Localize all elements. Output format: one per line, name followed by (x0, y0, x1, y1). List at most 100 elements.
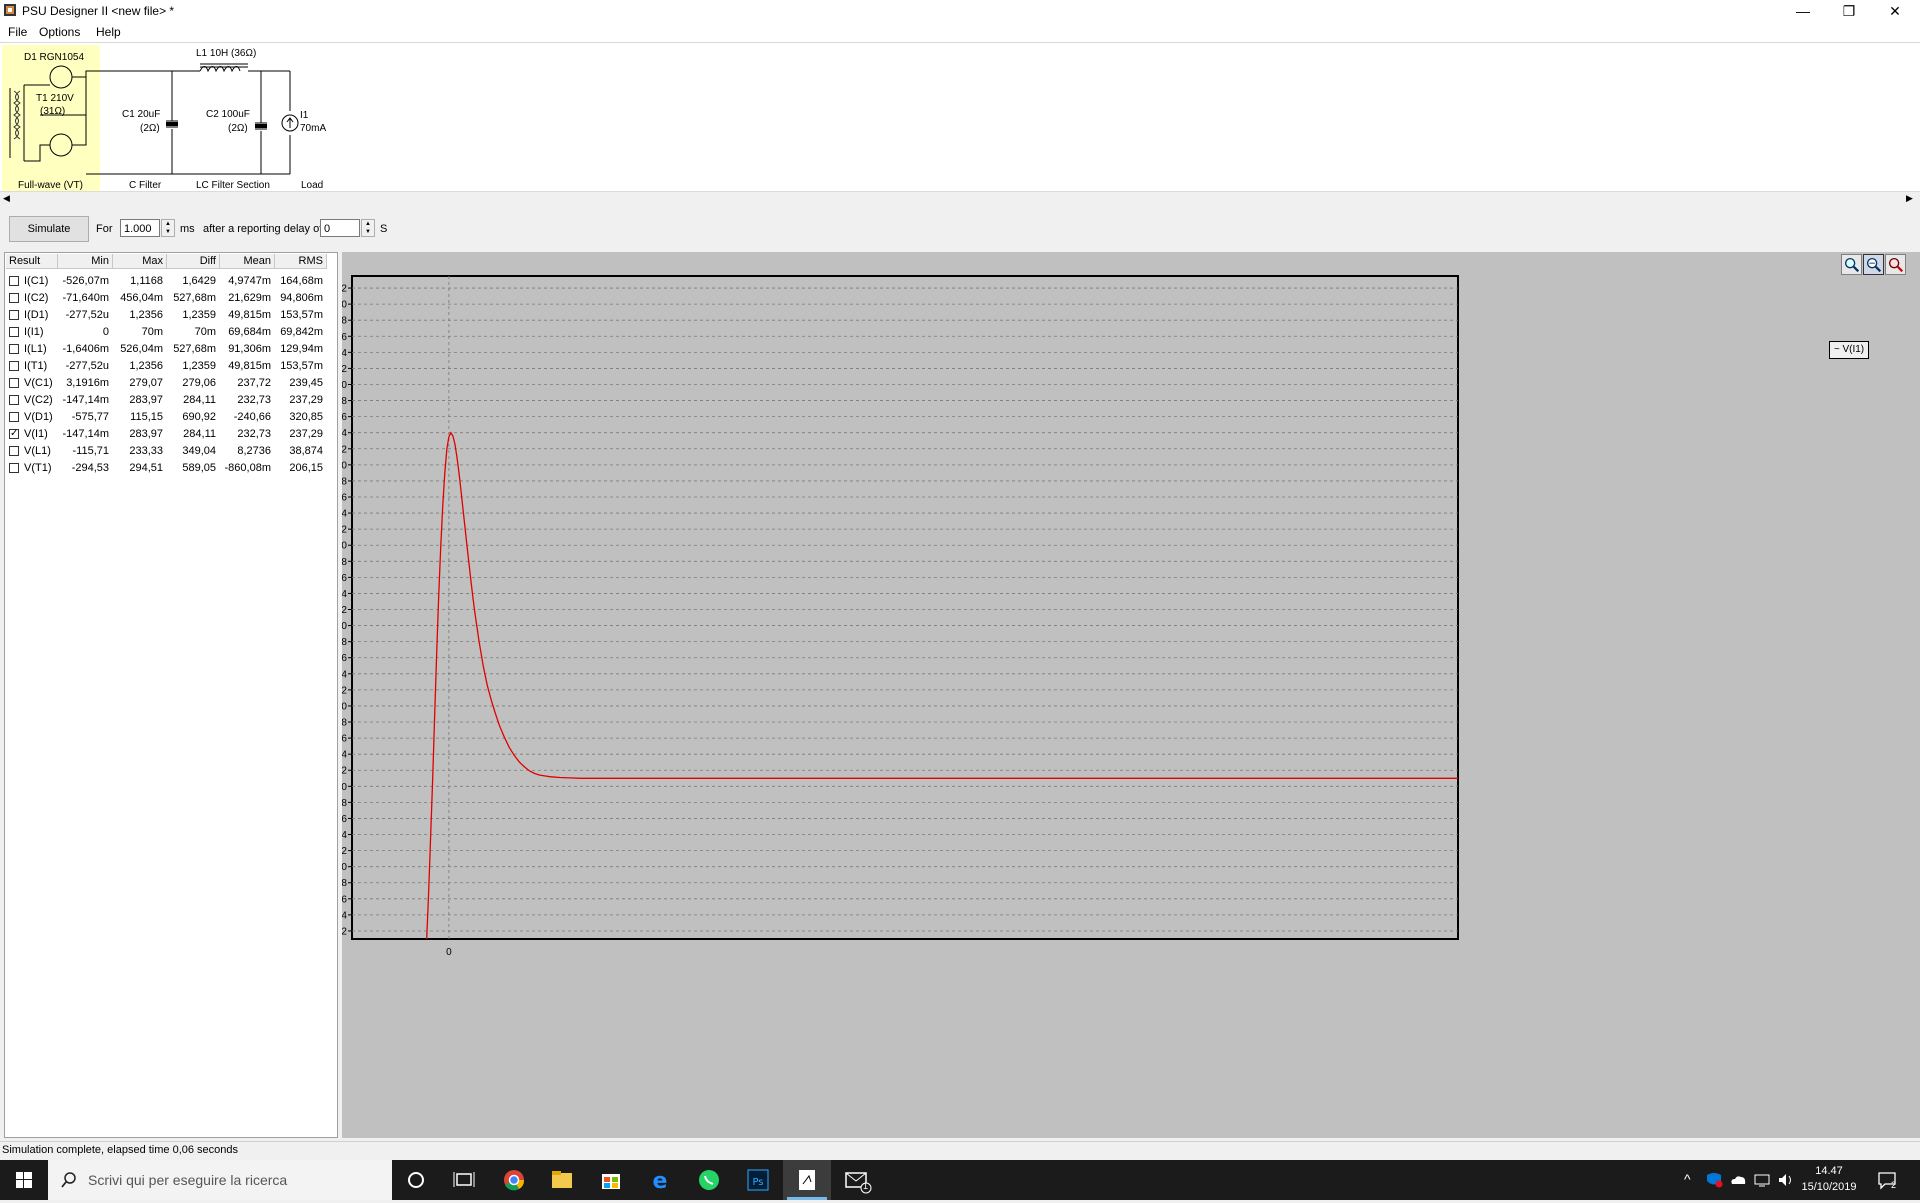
y-tick-label: 230 (342, 862, 347, 873)
result-checkbox[interactable] (9, 327, 19, 337)
result-checkbox[interactable]: ✓ (9, 429, 19, 439)
table-row[interactable]: I(C2) -71,640m 456,04m 527,68m 21,629m 94,806… (5, 290, 335, 307)
result-checkbox[interactable] (9, 344, 19, 354)
psu-designer-icon (787, 1170, 827, 1200)
search-icon (61, 1172, 76, 1188)
y-tick-label: 228 (342, 878, 347, 889)
clock-time[interactable]: 14.47 (1804, 1165, 1854, 1177)
y-tick-label: 280 (342, 460, 347, 471)
cortana-icon[interactable] (392, 1160, 440, 1200)
whatsapp-icon[interactable] (685, 1160, 733, 1200)
result-diff: 1,2359 (182, 309, 216, 321)
col-max[interactable]: Max (113, 254, 167, 269)
section-full-wave[interactable]: Full-wave (VT) (18, 180, 83, 191)
result-mean: 21,629m (228, 292, 271, 304)
result-max: 1,2356 (129, 309, 163, 321)
result-checkbox[interactable] (9, 463, 19, 473)
clock-date[interactable]: 15/10/2019 (1796, 1181, 1862, 1193)
result-max: 115,15 (130, 411, 163, 423)
schematic-scrollbar[interactable]: ◀ ▶ (0, 191, 1920, 208)
scroll-left-icon[interactable]: ◀ (3, 193, 10, 204)
taskbar-search[interactable]: Scrivi qui per eseguire la ricerca (48, 1160, 392, 1200)
y-tick-label: 278 (342, 476, 347, 487)
result-checkbox[interactable] (9, 395, 19, 405)
y-tick-label: 272 (342, 525, 347, 536)
table-row[interactable]: I(T1) -277,52u 1,2356 1,2359 49,815m 153,57m (5, 358, 335, 375)
mail-icon[interactable] (832, 1160, 880, 1200)
col-diff[interactable]: Diff (167, 254, 220, 269)
delay-stepper[interactable]: ▲ ▼ (361, 219, 375, 237)
col-result[interactable]: Result (6, 254, 58, 269)
menu-options[interactable]: Options (39, 25, 80, 39)
table-row[interactable]: I(D1) -277,52u 1,2356 1,2359 49,815m 153,57m (5, 307, 335, 324)
col-min[interactable]: Min (58, 254, 113, 269)
simulation-toolbar: Simulate For 1.000 ▲ ▼ ms after a reporti… (0, 207, 1920, 249)
zoom-fit-icon[interactable] (1863, 254, 1884, 275)
network-icon[interactable] (1752, 1171, 1772, 1189)
table-row[interactable]: V(L1) -115,71 233,33 349,04 8,2736 38,874 (5, 443, 335, 460)
menu-file[interactable]: File (8, 25, 27, 39)
volume-icon[interactable] (1776, 1171, 1796, 1189)
result-name: V(T1) (24, 462, 52, 474)
col-rms[interactable]: RMS (275, 254, 327, 269)
result-checkbox[interactable] (9, 361, 19, 371)
edge-icon[interactable]: e (636, 1160, 684, 1200)
table-row[interactable]: V(C2) -147,14m 283,97 284,11 232,73 237,29 (5, 392, 335, 409)
y-tick-label: 262 (342, 605, 347, 616)
photoshop-icon[interactable]: Ps (734, 1160, 782, 1200)
col-mean[interactable]: Mean (220, 254, 275, 269)
result-checkbox[interactable] (9, 276, 19, 286)
file-explorer-icon[interactable] (538, 1160, 586, 1200)
task-view-icon[interactable] (440, 1160, 488, 1200)
circuit-diagram (9, 63, 299, 175)
psu-designer-task[interactable] (783, 1160, 831, 1200)
maximize-button[interactable]: ❐ (1826, 0, 1872, 22)
close-button[interactable]: ✕ (1872, 0, 1918, 22)
duration-input[interactable]: 1.000 (120, 219, 160, 237)
legend[interactable]: ~ V(I1) (1829, 341, 1869, 359)
result-rms: 206,15 (289, 462, 323, 474)
window-title: PSU Designer II <new file> * (22, 4, 175, 18)
notifications-count: 2 (1891, 1180, 1897, 1190)
result-min: -294,53 (71, 462, 109, 474)
result-checkbox[interactable] (9, 293, 19, 303)
result-checkbox[interactable] (9, 446, 19, 456)
duration-stepper[interactable]: ▲ ▼ (161, 219, 175, 237)
result-rms: 164,68m (280, 275, 323, 287)
onedrive-icon[interactable] (1728, 1171, 1748, 1189)
result-checkbox[interactable] (9, 310, 19, 320)
table-row[interactable]: V(D1) -575,77 115,15 690,92 -240,66 320,85 (5, 409, 335, 426)
y-tick-label: 300 (342, 300, 347, 311)
section-lc-filter[interactable]: LC Filter Section (196, 180, 270, 191)
windows-start-icon[interactable] (0, 1160, 48, 1200)
tray-expand-icon[interactable]: ^ (1684, 1171, 1691, 1187)
section-c-filter[interactable]: C Filter (129, 180, 161, 191)
c2-label: C2 100uF (206, 109, 250, 120)
zoom-out-icon[interactable] (1885, 254, 1906, 275)
minimize-button[interactable]: — (1780, 0, 1826, 22)
x-tick-label: 0 (446, 947, 452, 958)
table-row[interactable]: V(C1) 3,1916m 279,07 279,06 237,72 239,45 (5, 375, 335, 392)
table-row[interactable]: I(L1) -1,6406m 526,04m 527,68m 91,306m 129,94… (5, 341, 335, 358)
zoom-in-icon[interactable] (1841, 254, 1862, 275)
store-icon[interactable] (587, 1160, 635, 1200)
table-row[interactable]: V(T1) -294,53 294,51 589,05 -860,08m 206,15 (5, 460, 335, 477)
table-row[interactable]: I(C1) -526,07m 1,1168 1,6429 4,9747m 164,68m (5, 273, 335, 290)
simulate-button[interactable]: Simulate (9, 216, 89, 242)
voltage-chart[interactable]: 222 224 226 228 230 232 234 236 238 240 242 244 246 2… (342, 252, 1822, 1138)
result-name: V(D1) (24, 411, 53, 423)
app-icon (4, 4, 16, 16)
defender-icon[interactable] (1704, 1171, 1724, 1189)
chrome-icon[interactable] (490, 1160, 538, 1200)
section-load[interactable]: Load (301, 180, 323, 191)
result-max: 70m (141, 326, 163, 338)
result-checkbox[interactable] (9, 378, 19, 388)
schematic-panel: D1 RGN1054 T1 210V (31Ω) L1 10H (36Ω) C1… (0, 43, 1920, 191)
scroll-right-icon[interactable]: ▶ (1906, 193, 1913, 204)
delay-input[interactable]: 0 (320, 219, 360, 237)
table-row[interactable]: I(I1) 0 70m 70m 69,684m 69,842m (5, 324, 335, 341)
table-row[interactable]: ✓ V(I1) -147,14m 283,97 284,11 232,73 237,29 (5, 426, 335, 443)
menu-help[interactable]: Help (96, 25, 121, 39)
result-checkbox[interactable] (9, 412, 19, 422)
y-tick-label: 234 (342, 830, 347, 841)
